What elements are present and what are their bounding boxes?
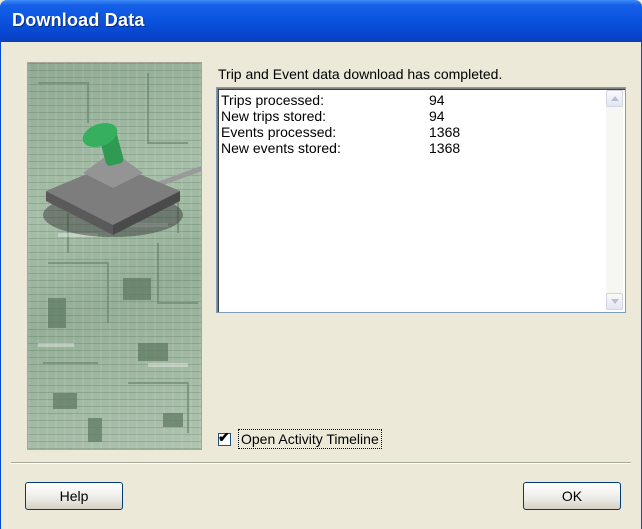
circuit-board-image	[27, 62, 202, 450]
result-label: Trips processed:	[221, 92, 324, 108]
chevron-up-icon	[611, 96, 619, 101]
scroll-down-button[interactable]	[606, 293, 623, 310]
data-key-device-icon	[38, 73, 201, 442]
result-label: New trips stored:	[221, 108, 327, 124]
help-button[interactable]: Help	[25, 482, 123, 510]
vertical-scrollbar[interactable]	[606, 90, 623, 310]
result-label: Events processed:	[221, 124, 337, 140]
result-value: 1368	[429, 124, 461, 140]
open-timeline-label[interactable]: Open Activity Timeline	[238, 429, 382, 449]
title-bar[interactable]: Download Data	[0, 0, 642, 42]
dialog-window: Download Data Trip and Event data downlo…	[0, 0, 642, 529]
checkmark-icon: ✔	[218, 428, 230, 445]
list-item: New trips stored: 94	[221, 108, 460, 124]
divider	[11, 462, 631, 464]
chevron-down-icon	[611, 299, 619, 304]
result-value: 94	[429, 108, 445, 124]
window-title: Download Data	[12, 10, 145, 30]
results-listbox[interactable]: Trips processed: 94 New trips stored: 94 E…	[216, 87, 626, 313]
ok-button[interactable]: OK	[523, 482, 621, 510]
dialog-body: Trip and Event data download has complet…	[0, 42, 642, 529]
open-timeline-checkbox[interactable]: ✔	[218, 428, 231, 446]
result-value: 94	[429, 92, 445, 108]
result-value: 1368	[429, 140, 461, 156]
result-label: New events stored:	[221, 140, 341, 156]
scroll-up-button[interactable]	[606, 90, 623, 107]
open-timeline-option[interactable]: ✔ Open Activity Timeline	[218, 429, 382, 449]
list-item: New events stored: 1368	[221, 140, 460, 156]
list-item: Trips processed: 94	[221, 92, 460, 108]
completion-message: Trip and Event data download has complet…	[218, 66, 503, 82]
list-item: Events processed: 1368	[221, 124, 460, 140]
